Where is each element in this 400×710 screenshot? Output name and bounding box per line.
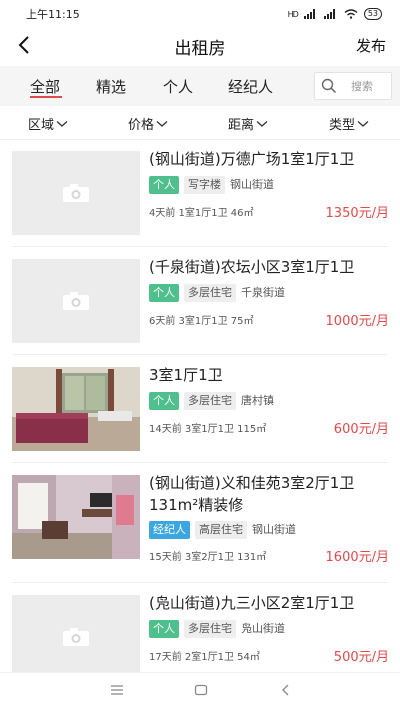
filter-area-label: 区域	[28, 118, 55, 133]
listing-title: (钢山街道)义和佳苑3室2厅1卫131m²精装修	[149, 474, 355, 514]
nav-bar: 出租房 发布	[0, 28, 400, 64]
tag-location: 凫山街道	[241, 622, 285, 635]
listing-price: 1600元/月	[325, 550, 389, 565]
divider	[12, 246, 388, 247]
search-icon	[321, 78, 337, 94]
filter-price[interactable]: 价格	[128, 114, 168, 133]
tag-owner-type: 个人	[149, 176, 179, 194]
listing-tags: 个人 写字楼 钢山街道	[149, 176, 389, 194]
search-placeholder: 搜索	[351, 80, 373, 93]
divider	[12, 462, 388, 463]
tab-all[interactable]: 全部	[30, 76, 60, 97]
status-bar: 上午11:15 HD 53	[0, 0, 400, 28]
listing-meta: 6天前 3室1厅1卫 75㎡	[149, 316, 254, 327]
listing-item[interactable]: (钢山街道)万德广场1室1厅1卫 个人 写字楼 钢山街道 4天前 1室1厅1卫 …	[12, 140, 389, 244]
tab-personal[interactable]: 个人	[163, 76, 193, 97]
active-tab-indicator	[30, 96, 62, 98]
back-icon[interactable]	[279, 683, 293, 697]
listing-photo-living	[12, 475, 140, 559]
tab-agent[interactable]: 经纪人	[228, 76, 273, 97]
system-nav-bar	[0, 672, 400, 710]
divider	[12, 582, 388, 583]
tag-location: 钢山街道	[252, 523, 296, 536]
tag-location: 千泉街道	[241, 286, 285, 299]
tag-property-type: 多层住宅	[184, 284, 236, 302]
tag-owner-type: 个人	[149, 392, 179, 410]
tag-owner-type: 经纪人	[149, 521, 190, 539]
listing-title: (凫山街道)九三小区2室1厅1卫	[149, 594, 355, 612]
chevron-down-icon	[156, 120, 168, 127]
tag-property-type: 高层住宅	[195, 521, 247, 539]
back-arrow-icon[interactable]	[14, 34, 36, 56]
listing-meta: 15天前 3室2厅1卫 131㎡	[149, 552, 267, 563]
filter-type-label: 类型	[329, 118, 356, 133]
chevron-down-icon	[357, 120, 369, 127]
living-room-photo-image	[12, 475, 140, 559]
listing-title: (钢山街道)万德广场1室1厅1卫	[149, 150, 355, 168]
cell-signal-2-icon	[323, 9, 335, 19]
listing-thumbnail	[12, 151, 140, 235]
home-icon[interactable]	[194, 683, 208, 697]
chevron-down-icon	[56, 120, 68, 127]
menu-icon[interactable]	[110, 683, 124, 697]
listing-price: 600元/月	[333, 422, 389, 437]
listing-meta: 14天前 3室1厅1卫 115㎡	[149, 424, 267, 435]
camera-placeholder-icon	[63, 628, 89, 646]
listing-tags: 经纪人 高层住宅 钢山街道	[149, 521, 389, 539]
listing-tags: 个人 多层住宅 唐村镇	[149, 392, 389, 410]
search-input[interactable]: 搜索	[314, 72, 392, 100]
tag-location: 钢山街道	[230, 178, 274, 191]
filter-distance[interactable]: 距离	[228, 114, 268, 133]
listing-thumbnail	[12, 259, 140, 343]
hd-network-icon: HD	[287, 9, 299, 19]
listing-tags: 个人 多层住宅 千泉街道	[149, 284, 389, 302]
listing-price: 1350元/月	[325, 206, 389, 221]
camera-placeholder-icon	[63, 184, 89, 202]
filter-price-label: 价格	[128, 118, 155, 133]
filter-distance-label: 距离	[228, 118, 255, 133]
listing-meta: 17天前 2室1厅1卫 54㎡	[149, 652, 260, 663]
listing-item[interactable]: (千泉街道)农坛小区3室1厅1卫 个人 多层住宅 千泉街道 6天前 3室1厅1卫…	[12, 248, 389, 352]
divider	[12, 354, 388, 355]
tag-property-type: 多层住宅	[184, 620, 236, 638]
filter-area[interactable]: 区域	[28, 114, 68, 133]
room-photo-image	[12, 367, 140, 451]
tag-owner-type: 个人	[149, 620, 179, 638]
listing-photo-room	[12, 367, 140, 451]
listing-item[interactable]: (钢山街道)义和佳苑3室2厅1卫131m²精装修 经纪人 高层住宅 钢山街道 1…	[12, 464, 389, 568]
listing-title: 3室1厅1卫	[149, 366, 223, 384]
status-time: 上午11:15	[26, 8, 80, 21]
listing-tags: 个人 多层住宅 凫山街道	[149, 620, 389, 638]
publish-button[interactable]: 发布	[356, 35, 386, 56]
listing-meta: 4天前 1室1厅1卫 46㎡	[149, 208, 254, 219]
camera-placeholder-icon	[63, 292, 89, 310]
tag-property-type: 多层住宅	[184, 392, 236, 410]
status-icons: HD 53	[288, 8, 382, 20]
listing-price: 1000元/月	[325, 314, 389, 329]
cell-signal-icon	[303, 9, 315, 19]
tag-owner-type: 个人	[149, 284, 179, 302]
filter-type[interactable]: 类型	[329, 114, 369, 133]
filter-bar: 区域 价格 距离 类型	[0, 106, 400, 140]
page-title: 出租房	[174, 38, 226, 59]
tag-property-type: 写字楼	[184, 176, 225, 194]
wifi-icon	[344, 9, 358, 19]
tab-featured[interactable]: 精选	[96, 76, 126, 97]
listing-item[interactable]: 3室1厅1卫 个人 多层住宅 唐村镇 14天前 3室1厅1卫 115㎡ 600元…	[12, 356, 389, 460]
listing-thumbnail	[12, 595, 140, 679]
listing-price: 500元/月	[333, 650, 389, 665]
chevron-down-icon	[256, 120, 268, 127]
battery-icon: 53	[363, 8, 382, 20]
listing-title: (千泉街道)农坛小区3室1厅1卫	[149, 258, 355, 276]
tag-location: 唐村镇	[241, 394, 274, 407]
